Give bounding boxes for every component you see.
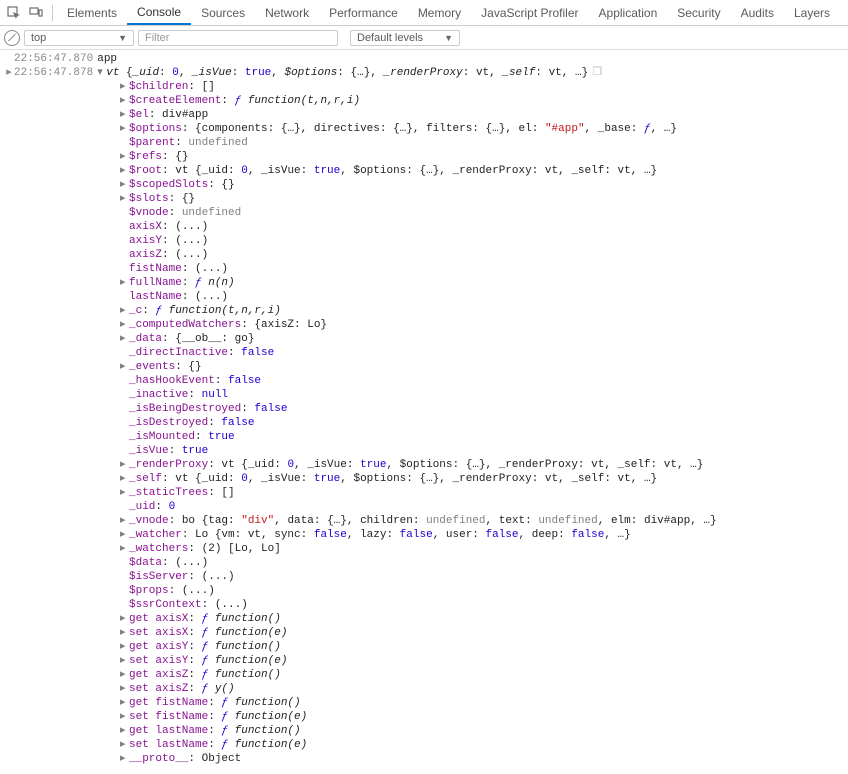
clear-console-icon[interactable] xyxy=(4,30,20,46)
inspect-icon[interactable] xyxy=(4,3,24,23)
prop-row[interactable]: ▸_vnode: bo {tag: "div", data: {…}, chil… xyxy=(120,514,848,528)
log-row[interactable]: 22:56:47.870 app xyxy=(0,52,848,66)
prop-row[interactable]: _uid: 0 xyxy=(120,500,848,514)
console-output: 22:56:47.870 app ▸ 22:56:47.878 ▾vt {_ui… xyxy=(0,50,848,774)
prop-row[interactable]: ▸_self: vt {_uid: 0, _isVue: true, $opti… xyxy=(120,472,848,486)
devtools-tabbar: Elements Console Sources Network Perform… xyxy=(0,0,848,26)
levels-label: Default levels xyxy=(357,32,423,44)
prop-row[interactable]: _inactive: null xyxy=(120,388,848,402)
prop-row[interactable]: ▸set axisY: ƒ function(e) xyxy=(120,654,848,668)
tab-jsprofiler[interactable]: JavaScript Profiler xyxy=(471,0,588,25)
prop-row[interactable]: $isServer: (...) xyxy=(120,570,848,584)
prop-row[interactable]: $vnode: undefined xyxy=(120,206,848,220)
prop-row[interactable]: ▸$el: div#app xyxy=(120,108,848,122)
log-row[interactable]: ▸ 22:56:47.878 ▾vt {_uid: 0, _isVue: tru… xyxy=(0,66,848,80)
prop-row[interactable]: ▸get axisZ: ƒ function() xyxy=(120,668,848,682)
prop-row[interactable]: ▸__proto__: Object xyxy=(120,752,848,766)
prop-row[interactable]: $data: (...) xyxy=(120,556,848,570)
tab-console[interactable]: Console xyxy=(127,0,191,25)
prop-row[interactable]: lastName: (...) xyxy=(120,290,848,304)
prop-row[interactable]: ▸_renderProxy: vt {_uid: 0, _isVue: true… xyxy=(120,458,848,472)
prop-row[interactable]: ▸get lastName: ƒ function() xyxy=(120,724,848,738)
object-properties: ▸$children: [] ▸$createElement: ƒ functi… xyxy=(120,80,848,766)
filter-input[interactable]: Filter xyxy=(138,30,338,46)
expand-icon[interactable]: ▸ xyxy=(4,66,14,80)
prop-row[interactable]: _isBeingDestroyed: false xyxy=(120,402,848,416)
prop-row[interactable]: axisY: (...) xyxy=(120,234,848,248)
context-select[interactable]: top ▼ xyxy=(24,30,134,46)
device-icon[interactable] xyxy=(26,3,46,23)
prop-row[interactable]: _isVue: true xyxy=(120,444,848,458)
prop-row[interactable]: ▸_staticTrees: [] xyxy=(120,486,848,500)
prop-row[interactable]: fistName: (...) xyxy=(120,262,848,276)
prop-row[interactable]: ▸set fistName: ƒ function(e) xyxy=(120,710,848,724)
prop-row[interactable]: ▸_computedWatchers: {axisZ: Lo} xyxy=(120,318,848,332)
prop-row[interactable]: ▸get axisX: ƒ function() xyxy=(120,612,848,626)
prop-row[interactable]: ▸$slots: {} xyxy=(120,192,848,206)
levels-select[interactable]: Default levels ▼ xyxy=(350,30,460,46)
tab-network[interactable]: Network xyxy=(255,0,319,25)
panel-tabs: Elements Console Sources Network Perform… xyxy=(57,0,840,25)
tab-elements[interactable]: Elements xyxy=(57,0,127,25)
prop-row[interactable]: ▸_events: {} xyxy=(120,360,848,374)
tab-performance[interactable]: Performance xyxy=(319,0,408,25)
tab-application[interactable]: Application xyxy=(589,0,668,25)
log-object-summary[interactable]: ▾vt {_uid: 0, _isVue: true, $options: {…… xyxy=(97,66,602,80)
tab-memory[interactable]: Memory xyxy=(408,0,471,25)
tab-security[interactable]: Security xyxy=(667,0,730,25)
timestamp: 22:56:47.878 xyxy=(14,66,93,80)
tab-layers[interactable]: Layers xyxy=(784,0,840,25)
prop-row[interactable]: ▸_watcher: Lo {vm: vt, sync: false, lazy… xyxy=(120,528,848,542)
prop-row[interactable]: $parent: undefined xyxy=(120,136,848,150)
prop-row[interactable]: $props: (...) xyxy=(120,584,848,598)
prop-row[interactable]: ▸get axisY: ƒ function() xyxy=(120,640,848,654)
separator xyxy=(52,5,53,21)
prop-row[interactable]: _isMounted: true xyxy=(120,430,848,444)
prop-row[interactable]: ▸$scopedSlots: {} xyxy=(120,178,848,192)
prop-row[interactable]: ▸$refs: {} xyxy=(120,150,848,164)
prop-row[interactable]: ▸_c: ƒ function(t,n,r,i) xyxy=(120,304,848,318)
prop-row[interactable]: _directInactive: false xyxy=(120,346,848,360)
prop-row[interactable]: axisZ: (...) xyxy=(120,248,848,262)
prop-row[interactable]: axisX: (...) xyxy=(120,220,848,234)
prop-row[interactable]: _isDestroyed: false xyxy=(120,416,848,430)
timestamp: 22:56:47.870 xyxy=(14,52,93,66)
copy-icon[interactable]: ❐ xyxy=(592,67,602,79)
chevron-down-icon: ▼ xyxy=(444,33,453,43)
prop-row[interactable]: ▸set axisZ: ƒ y() xyxy=(120,682,848,696)
console-subbar: top ▼ Filter Default levels ▼ xyxy=(0,26,848,50)
prop-row[interactable]: ▸set lastName: ƒ function(e) xyxy=(120,738,848,752)
prop-row[interactable]: $ssrContext: (...) xyxy=(120,598,848,612)
prop-row[interactable]: ▸_watchers: (2) [Lo, Lo] xyxy=(120,542,848,556)
context-value: top xyxy=(31,32,46,44)
tab-audits[interactable]: Audits xyxy=(731,0,784,25)
chevron-down-icon: ▼ xyxy=(118,33,127,43)
prop-row[interactable]: _hasHookEvent: false xyxy=(120,374,848,388)
tab-sources[interactable]: Sources xyxy=(191,0,255,25)
prop-row[interactable]: ▸fullName: ƒ n(n) xyxy=(120,276,848,290)
prop-row[interactable]: ▸set axisX: ƒ function(e) xyxy=(120,626,848,640)
prop-row[interactable]: ▸get fistName: ƒ function() xyxy=(120,696,848,710)
log-message: app xyxy=(97,52,117,66)
prop-row[interactable]: ▸$options: {components: {…}, directives:… xyxy=(120,122,848,136)
prop-row[interactable]: ▸_data: {__ob__: go} xyxy=(120,332,848,346)
prop-row[interactable]: ▸$root: vt {_uid: 0, _isVue: true, $opti… xyxy=(120,164,848,178)
prop-row[interactable]: ▸$children: [] xyxy=(120,80,848,94)
prop-row[interactable]: ▸$createElement: ƒ function(t,n,r,i) xyxy=(120,94,848,108)
